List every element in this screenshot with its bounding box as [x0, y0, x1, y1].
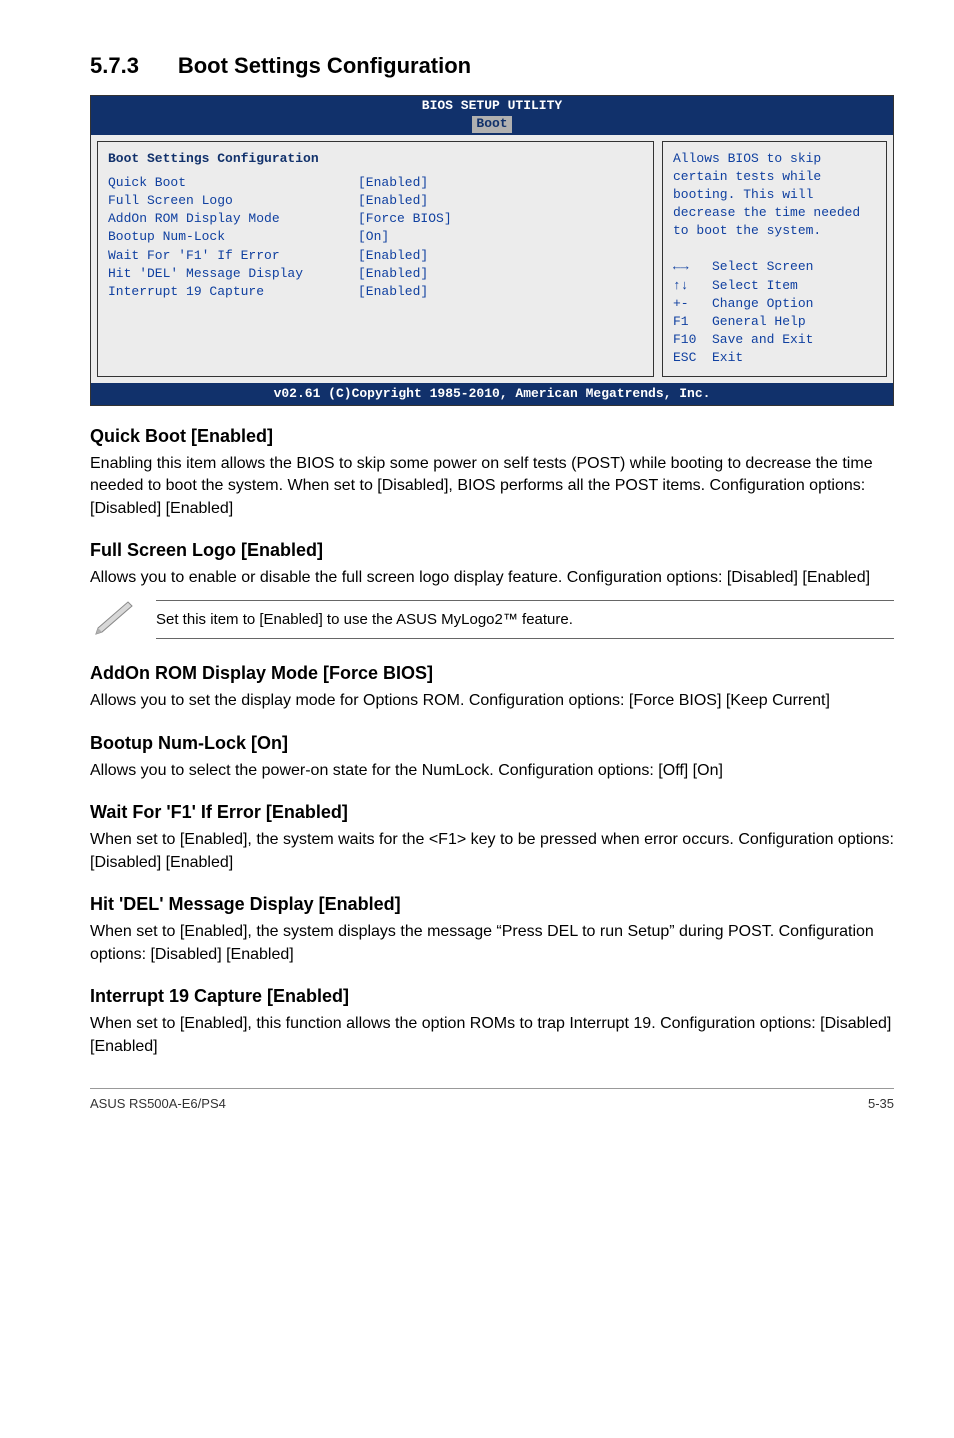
bios-setting-row: Wait For 'F1' If Error [Enabled] [108, 247, 643, 265]
bios-setting-row: Interrupt 19 Capture [Enabled] [108, 283, 643, 301]
item-heading: Bootup Num-Lock [On] [90, 731, 894, 756]
item-heading: Quick Boot [Enabled] [90, 424, 894, 449]
bios-setting-label: Hit 'DEL' Message Display [108, 265, 358, 283]
bios-setting-value: [On] [358, 228, 389, 246]
item-body: When set to [Enabled], the system displa… [90, 921, 894, 966]
bios-setting-label: Wait For 'F1' If Error [108, 247, 358, 265]
bios-nav-line: ↑↓ Select Item [673, 277, 876, 295]
item-heading: Hit 'DEL' Message Display [Enabled] [90, 892, 894, 917]
bios-nav-line: ←→ Select Screen [673, 258, 876, 276]
item-heading: Interrupt 19 Capture [Enabled] [90, 984, 894, 1009]
bios-setting-row: Hit 'DEL' Message Display [Enabled] [108, 265, 643, 283]
bios-footer: v02.61 (C)Copyright 1985-2010, American … [91, 383, 893, 405]
bios-nav-line: +- Change Option [673, 295, 876, 313]
bios-setting-value: [Enabled] [358, 192, 428, 210]
bios-setting-value: [Enabled] [358, 283, 428, 301]
note-text: Set this item to [Enabled] to use the AS… [156, 600, 894, 639]
bios-setting-label: Full Screen Logo [108, 192, 358, 210]
bios-header-title: BIOS SETUP UTILITY [91, 98, 893, 115]
bios-setting-row: Full Screen Logo [Enabled] [108, 192, 643, 210]
item-body: Allows you to enable or disable the full… [90, 567, 894, 589]
bios-setting-label: Quick Boot [108, 174, 358, 192]
footer-left: ASUS RS500A-E6/PS4 [90, 1095, 226, 1113]
section-title: Boot Settings Configuration [178, 53, 471, 78]
bios-setting-value: [Enabled] [358, 265, 428, 283]
bios-setting-label: AddOn ROM Display Mode [108, 210, 358, 228]
bios-nav-line: F1 General Help [673, 313, 876, 331]
bios-setting-row: AddOn ROM Display Mode [Force BIOS] [108, 210, 643, 228]
bios-setting-row: Bootup Num-Lock [On] [108, 228, 643, 246]
bios-nav-line: F10 Save and Exit [673, 331, 876, 349]
section-number: 5.7.3 [90, 53, 139, 78]
bios-left-panel: Boot Settings Configuration Quick Boot [… [97, 141, 654, 377]
bios-setting-value: [Enabled] [358, 247, 428, 265]
bios-nav-block: ←→ Select Screen ↑↓ Select Item +- Chang… [673, 258, 876, 367]
item-body: When set to [Enabled], this function all… [90, 1013, 894, 1058]
item-body: Enabling this item allows the BIOS to sk… [90, 453, 894, 520]
bios-setting-value: [Enabled] [358, 174, 428, 192]
note-row: Set this item to [Enabled] to use the AS… [90, 596, 894, 643]
bios-header: BIOS SETUP UTILITY Boot [91, 96, 893, 135]
bios-screenshot: BIOS SETUP UTILITY Boot Boot Settings Co… [90, 95, 894, 406]
bios-tab-boot: Boot [472, 116, 511, 133]
item-heading: AddOn ROM Display Mode [Force BIOS] [90, 661, 894, 686]
bios-panel-heading: Boot Settings Configuration [108, 150, 643, 168]
section-heading: 5.7.3 Boot Settings Configuration [90, 40, 894, 85]
bios-right-panel: Allows BIOS to skip certain tests while … [662, 141, 887, 377]
bios-setting-label: Bootup Num-Lock [108, 228, 358, 246]
footer-right: 5-35 [868, 1095, 894, 1113]
bios-setting-label: Interrupt 19 Capture [108, 283, 358, 301]
bios-setting-value: [Force BIOS] [358, 210, 452, 228]
item-body: Allows you to select the power-on state … [90, 760, 894, 782]
item-body: Allows you to set the display mode for O… [90, 690, 894, 712]
bios-nav-line: ESC Exit [673, 349, 876, 367]
item-heading: Wait For 'F1' If Error [Enabled] [90, 800, 894, 825]
item-body: When set to [Enabled], the system waits … [90, 829, 894, 874]
pencil-note-icon [90, 596, 138, 643]
bios-help-text: Allows BIOS to skip certain tests while … [673, 150, 876, 241]
page-footer: ASUS RS500A-E6/PS4 5-35 [90, 1088, 894, 1113]
bios-setting-row: Quick Boot [Enabled] [108, 174, 643, 192]
item-heading: Full Screen Logo [Enabled] [90, 538, 894, 563]
